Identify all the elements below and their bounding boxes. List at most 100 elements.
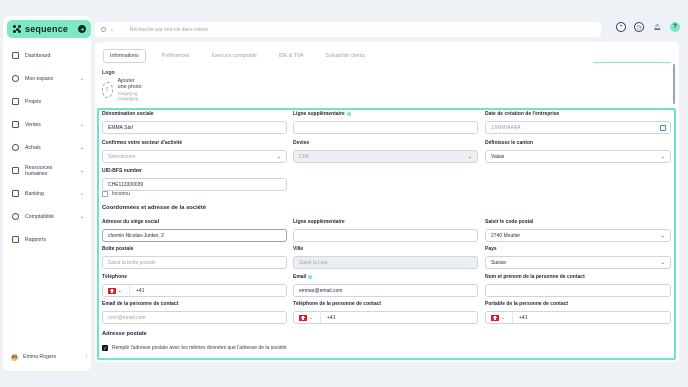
tab-pr-f-rences[interactable]: Préférences [156,50,196,62]
sidebar-item-banking[interactable]: Banking ⌄ [3,182,91,205]
secteur-placeholder: Sélectionner [108,153,136,160]
swiss-flag-icon [491,314,499,321]
sidebar-item-label: Mon espace [25,75,54,82]
sidebar-item-comptabilit-[interactable]: Comptabilité ⌄ [3,205,91,228]
check-square-icon [12,98,19,105]
email-input[interactable]: emmar@email.com [293,284,478,297]
telephone-input[interactable]: ⌄ +41 [102,284,287,297]
pays-field: Pays Suisse ⌄ [485,246,671,269]
field-label: Définissez le canton [485,140,534,146]
inconnu-label: Inconnu [112,191,130,197]
tab-informations[interactable]: Informations [103,49,146,63]
main-panel: Informations Préférences Exercice comptabl… [95,42,679,362]
brand-logo[interactable]: sequence ◂ [7,20,91,38]
contact-email-field: Email de la personne de contact nom@emai… [102,301,287,324]
field-label: Adresse du siège social [102,219,159,225]
sidebar-item-label: Ressources humaines [25,164,53,177]
field-label: Téléphone de la personne de contact [293,301,382,307]
canton-select[interactable]: Valais ⌄ [485,150,671,163]
info-icon[interactable]: i [346,112,351,116]
devise-select[interactable]: CHF ⌄ [293,150,478,163]
contact-tel-input[interactable]: ⌄ +41 [293,311,478,324]
lock-icon [12,121,19,128]
sidebar-item-achats[interactable]: Achats ⌄ [3,136,91,159]
search-bar: ⌄ [95,22,601,37]
devise-field: Devise CHF ⌄ [293,140,478,163]
field-label: Boîte postale [102,246,134,252]
country-code-select[interactable]: ⌄ [108,285,130,296]
contact-nom-input[interactable] [485,284,671,297]
same-address-checkbox[interactable]: ✓ [102,345,108,352]
sidebar-item-projets[interactable]: Projets [3,90,91,113]
date-creation-input[interactable]: JJ/MM/AAAA [485,121,671,134]
search-input[interactable] [129,26,430,33]
chevron-down-icon: ⌄ [79,144,84,151]
sidebar-item-label: Banking [25,190,44,197]
add-icon[interactable]: + [616,22,626,32]
ligne-sup2-input[interactable] [293,229,478,242]
user-name: Emma Rogers [23,354,57,360]
adresse-input[interactable]: chemin Nicolas-Junker, 2 [102,229,287,242]
sidebar-item-label: Rapports [25,236,47,243]
sidebar-item-label: Ventes [25,121,41,128]
uid-input[interactable]: CHE113330039 [102,178,287,191]
denomination-field: Dénomination sociale EMMA Sàrl [102,111,287,134]
sidebar-item-label: Dashboard [25,52,51,59]
logo-label: Logo [102,70,115,76]
country-code-select[interactable]: ⌄ [299,312,321,323]
country-code-select[interactable]: ⌄ [491,312,513,323]
sidebar-item-mon-espace[interactable]: Mon espace ⌄ [3,67,91,90]
contact-email-input[interactable]: nom@email.com [102,311,287,324]
sidebar-item-rapports[interactable]: Rapports [3,228,91,251]
sidebar-item-label: Projets [25,98,42,105]
tab-ide-tva[interactable]: IDE & TVA [273,50,310,62]
clock-icon[interactable]: ◷ [634,22,644,32]
search-scope-dropdown[interactable]: ⌄ [110,27,114,33]
add-photo-button[interactable]: ⇪ Ajouter une photo image/png, image/jpe… [102,78,144,101]
sidebar: sequence ◂ Dashboard Mon espace ⌄ Projets Ve… [3,16,91,371]
code-postal-select[interactable]: 2740 Moutier ⌄ [485,229,671,242]
people-icon [12,167,19,174]
uid-field: UID-BFS number CHE113330039 [102,168,287,191]
pays-value: Suisse [491,259,507,266]
field-label: Devise [293,140,310,146]
bell-icon[interactable]: 🔔︎ [652,22,662,32]
boite-postale-input[interactable]: Saisir la boîte postale [102,256,287,269]
calendar-icon[interactable] [660,125,666,131]
ligne-sup2-field: Ligne supplémentaire [293,219,478,242]
sidebar-item-ressources-humaines[interactable]: Ressources humaines ⌄ [3,159,91,182]
collapse-icon[interactable]: ◂ [78,25,86,33]
help-icon[interactable]: ? [670,22,680,32]
field-label: Saisir le code postal [485,219,534,225]
tag-icon [12,144,19,151]
inconnu-checkbox[interactable] [102,191,108,197]
secteur-select[interactable]: Sélectionner ⌄ [102,150,287,163]
field-label: Pays [485,246,497,252]
ville-input[interactable]: Saisir la Lieu [293,256,478,269]
chart-icon [12,236,19,243]
date-creation-field: Date de création de l'entreprise JJ/MM/A… [485,111,671,134]
sidebar-item-label: Achats [25,144,41,151]
user-icon [12,75,19,82]
photo-formats: image/png, image/jpeg [117,91,139,101]
date-placeholder: JJ/MM/AAAA [491,124,521,131]
ligne-sup-input[interactable] [293,121,478,134]
user-profile[interactable]: ER Emma Rogers › [11,351,87,363]
info-icon[interactable]: i [308,275,313,279]
tab-solvabilit-clients[interactable]: Solvabilité clients [319,50,371,62]
tab-exercice-comptable[interactable]: Exercice comptable [206,50,263,62]
scrollbar[interactable] [673,64,675,104]
field-label: Téléphone [102,274,128,280]
inconnu-checkbox-row[interactable]: Inconnu [102,191,130,197]
same-address-row[interactable]: ✓ Remplir l'adresse postale avec les mêm… [102,345,287,352]
contact-portable-input[interactable]: ⌄ +41 [485,311,671,324]
tab-bar: Informations Préférences Exercice comptabl… [103,49,371,63]
search-icon [101,27,106,32]
sidebar-nav: Dashboard Mon espace ⌄ Projets Ventes ⌄ Achats… [3,44,91,251]
sidebar-item-ventes[interactable]: Ventes ⌄ [3,113,91,136]
sidebar-item-dashboard[interactable]: Dashboard [3,44,91,67]
contact-tel-field: Téléphone de la personne de contact ⌄ +4… [293,301,478,324]
denomination-input[interactable]: EMMA Sàrl [102,121,287,134]
pays-select[interactable]: Suisse ⌄ [485,256,671,269]
field-label: Dénomination sociale [102,111,154,117]
